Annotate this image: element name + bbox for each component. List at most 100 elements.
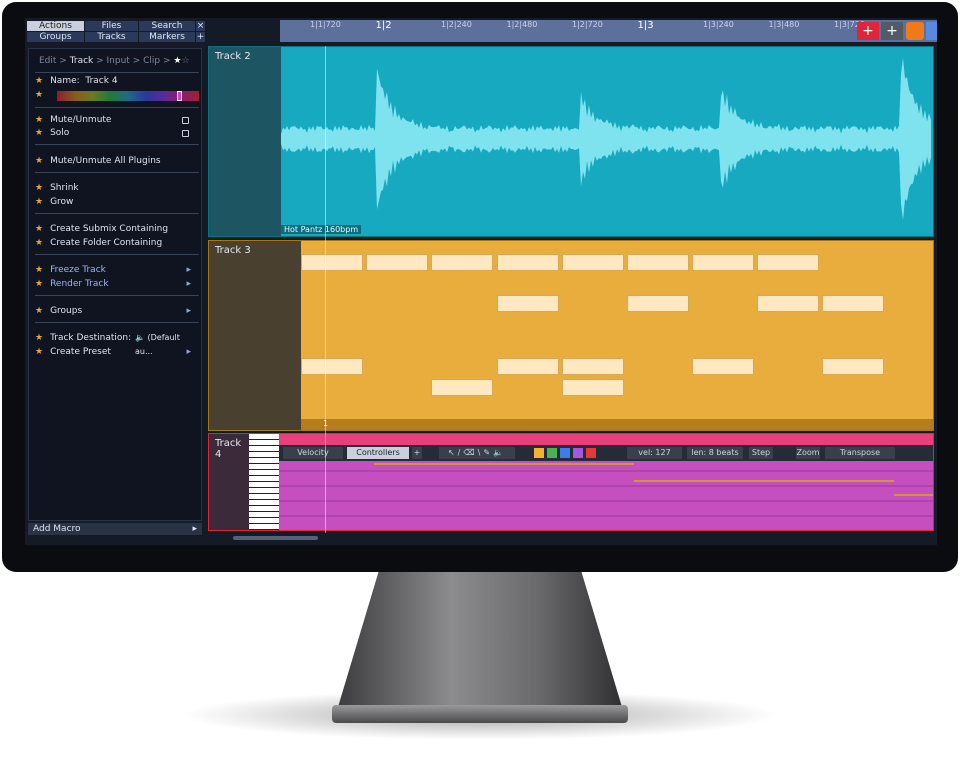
midi-note[interactable] xyxy=(627,295,689,312)
midi-note[interactable] xyxy=(497,358,559,375)
tab-markers[interactable]: Markers xyxy=(139,32,195,42)
midi-note[interactable] xyxy=(627,254,689,271)
chevron-right-icon: ▸ xyxy=(186,347,191,357)
color-swatch[interactable] xyxy=(573,448,583,458)
midi-note[interactable] xyxy=(692,358,754,375)
add-macro-button[interactable]: Add Macro ▸ xyxy=(28,523,202,535)
add-controller-button[interactable]: + xyxy=(412,447,422,459)
crumb-edit[interactable]: Edit xyxy=(39,56,56,66)
midi-note[interactable] xyxy=(301,358,363,375)
midi-note[interactable] xyxy=(757,295,819,312)
track-3[interactable]: Track 3 1 xyxy=(208,240,934,431)
transpose-button[interactable]: Transpose xyxy=(825,447,895,459)
midi-note[interactable] xyxy=(757,254,819,271)
midi-note[interactable] xyxy=(366,254,428,271)
tab-actions[interactable]: Actions xyxy=(27,21,84,31)
midi-editor-header xyxy=(279,434,933,445)
settings-icon[interactable] xyxy=(926,22,937,40)
properties-panel: Edit > Track > Input > Clip > ★☆ ★ Name: … xyxy=(28,48,202,521)
menu-track-destination[interactable]: ★ Track Destination: 🔈 (Default au... xyxy=(35,331,195,356)
monitor-base xyxy=(332,705,628,723)
playhead[interactable] xyxy=(325,46,326,533)
menu-create-submix[interactable]: ★ Create Submix Containing xyxy=(35,222,195,236)
track-2[interactable]: Track 2 Hot Pantz 160bpm xyxy=(208,46,934,237)
breadcrumb: Edit > Track > Input > Clip > ★☆ xyxy=(39,56,190,66)
ruler-tick: 1|2|240 xyxy=(441,20,472,29)
tab-search[interactable]: Search xyxy=(139,21,195,31)
plus-icon[interactable]: + xyxy=(196,32,205,42)
crumb-track[interactable]: Track xyxy=(70,56,94,66)
menu-freeze-track[interactable]: ★ Freeze Track ▸ xyxy=(35,263,195,277)
monitor-stand xyxy=(335,572,625,717)
piano-keyboard[interactable] xyxy=(249,434,279,530)
midi-toolbar: Velocity Controllers + ↖/⌫\✎🔈 vel: 127 l… xyxy=(279,445,933,461)
midi-note[interactable] xyxy=(562,254,624,271)
track-header[interactable]: Track 4 xyxy=(209,434,249,530)
crumb-input[interactable]: Input xyxy=(107,56,130,66)
track-4[interactable]: Track 4 Velocity Controllers + ↖/⌫\✎🔈 ve… xyxy=(208,433,934,531)
track-header[interactable]: Track 2 xyxy=(209,47,281,236)
ruler-tick: 1|3 xyxy=(637,20,654,31)
menu-create-preset[interactable]: ★ Create Preset ▸ xyxy=(35,345,195,359)
menu-mute-all-plugins[interactable]: ★ Mute/Unmute All Plugins xyxy=(35,154,195,168)
zoom-button[interactable]: Zoom xyxy=(796,447,820,459)
timeline-ruler[interactable]: 1|1|720 1|2 1|2|240 1|2|480 1|2|720 1|3 1|3|24… xyxy=(280,20,937,42)
tab-files[interactable]: Files xyxy=(85,21,138,31)
midi-note[interactable] xyxy=(692,254,754,271)
midi-note[interactable] xyxy=(562,379,624,396)
color-swatch[interactable] xyxy=(547,448,557,458)
track-name: Track 4 xyxy=(215,438,242,460)
menu-mute[interactable]: ★ Mute/Unmute xyxy=(35,113,195,127)
tab-groups[interactable]: Groups xyxy=(27,32,84,42)
ruler-tick: 1|3|480 xyxy=(768,20,800,29)
menu-shrink[interactable]: ★ Shrink xyxy=(35,181,195,195)
color-swatch[interactable] xyxy=(534,448,544,458)
menu-groups[interactable]: ★ Groups ▸ xyxy=(35,304,195,318)
velocity-value[interactable]: vel: 127 xyxy=(627,447,682,459)
menu-create-folder[interactable]: ★ Create Folder Containing xyxy=(35,236,195,250)
checkbox[interactable] xyxy=(182,130,189,137)
clip-label: Hot Pantz 160bpm xyxy=(281,225,362,234)
tab-tracks[interactable]: Tracks xyxy=(85,32,138,42)
length-value[interactable]: len: 8 beats xyxy=(687,447,743,459)
midi-note[interactable] xyxy=(822,295,884,312)
midi-notes xyxy=(209,241,933,430)
star-outline-icon[interactable]: ☆ xyxy=(181,56,189,66)
ruler-tick: 1|2|480 xyxy=(506,20,538,29)
record-icon[interactable] xyxy=(906,22,924,40)
horizontal-scrollbar[interactable] xyxy=(233,536,318,540)
name-field[interactable]: Track 4 xyxy=(85,76,117,86)
menu-grow[interactable]: ★ Grow xyxy=(35,195,195,209)
controllers-tab[interactable]: Controllers xyxy=(347,447,409,459)
edit-tools[interactable]: ↖/⌫\✎🔈 xyxy=(439,447,515,459)
midi-note[interactable] xyxy=(562,358,624,375)
color-row: ★ xyxy=(35,88,199,102)
midi-note[interactable] xyxy=(822,358,884,375)
selected-color xyxy=(177,91,182,101)
ruler-tick: 1|2 xyxy=(375,20,392,31)
step-button[interactable]: Step xyxy=(749,447,773,459)
menu-render-track[interactable]: ★ Render Track ▸ xyxy=(35,277,195,291)
midi-note[interactable] xyxy=(497,254,559,271)
close-icon[interactable]: × xyxy=(196,21,205,31)
speaker-icon: 🔈 xyxy=(135,333,145,342)
menu-solo[interactable]: ★ Solo xyxy=(35,126,195,140)
color-swatch[interactable] xyxy=(586,448,596,458)
velocity-tab[interactable]: Velocity xyxy=(283,447,343,459)
chevron-right-icon: ▸ xyxy=(186,279,191,289)
midi-note[interactable] xyxy=(431,254,493,271)
chevron-right-icon: ▸ xyxy=(186,265,191,275)
crumb-clip[interactable]: Clip xyxy=(143,56,160,66)
daw-screen: Actions Files Search × Groups Tracks Mar… xyxy=(25,18,937,545)
midi-note[interactable] xyxy=(301,254,363,271)
color-swatch[interactable] xyxy=(560,448,570,458)
add-track-button[interactable]: + xyxy=(857,22,879,40)
midi-note[interactable] xyxy=(497,295,559,312)
add-button[interactable]: + xyxy=(881,22,903,40)
ruler-tick: 1|1|720 xyxy=(310,20,341,29)
track-name-row: ★ Name: Track 4 xyxy=(35,76,118,86)
track-name: Track 2 xyxy=(215,51,251,62)
audio-waveform xyxy=(281,57,931,221)
midi-note[interactable] xyxy=(431,379,493,396)
checkbox[interactable] xyxy=(182,117,189,124)
